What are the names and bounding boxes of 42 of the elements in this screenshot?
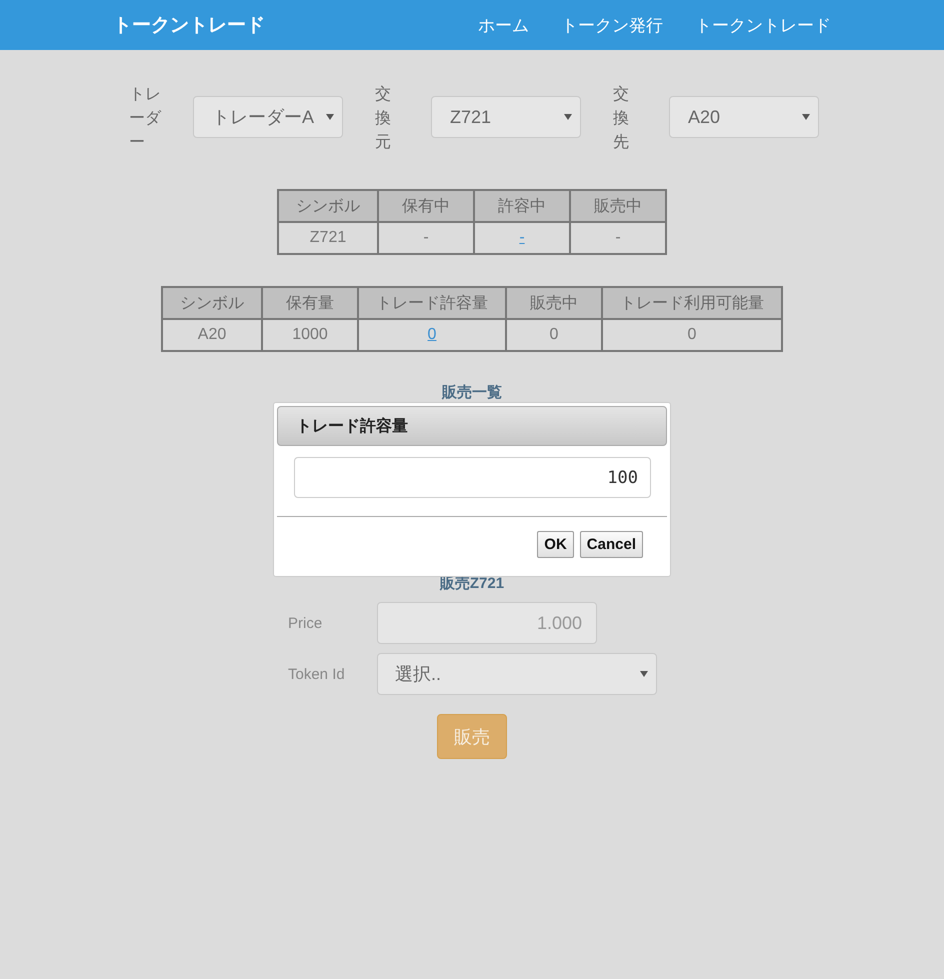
table-cell: 0 (602, 319, 782, 351)
dialog-title: トレード許容量 (277, 406, 667, 446)
field-label: トレーダー (129, 85, 161, 153)
column-header: トレード許容量 (358, 287, 506, 319)
nav-link[interactable]: トークントレード (695, 14, 831, 36)
table-cell: 1000 (262, 319, 358, 351)
table-cell: A20 (162, 319, 262, 351)
cell-link[interactable]: 0 (428, 326, 436, 343)
token-dropdown[interactable]: 選択.. (377, 653, 657, 695)
column-header: 保有量 (262, 287, 358, 319)
field-label: 交換先 (613, 84, 629, 153)
nav-link[interactable]: ホーム (478, 14, 529, 36)
caret-icon (640, 671, 648, 677)
amount-field[interactable]: 100 (294, 457, 651, 498)
column-header: 許容中 (474, 190, 570, 222)
column-header: 販売中 (506, 287, 602, 319)
section-title: 販売一覧 (440, 383, 503, 402)
caret-icon (326, 114, 334, 120)
dropdown[interactable]: トレーダーA (193, 96, 343, 138)
sell-button[interactable]: 販売 (437, 714, 507, 759)
column-header: シンボル (162, 287, 262, 319)
brand-title[interactable]: トークントレード (113, 12, 265, 38)
nav-link[interactable]: トークン発行 (561, 14, 663, 36)
column-header: 販売中 (570, 190, 666, 222)
field-label: Token Id (288, 666, 346, 682)
dropdown[interactable]: Z721 (431, 96, 581, 138)
dropdown[interactable]: A20 (669, 96, 819, 138)
field-label: Price (288, 614, 324, 632)
caret-icon (564, 114, 572, 120)
field-label: 交換元 (375, 84, 391, 153)
caret-icon (802, 114, 810, 120)
price-field[interactable]: 1.000 (377, 602, 597, 644)
table-cell: - (570, 222, 666, 254)
ok-button[interactable]: OK (537, 531, 574, 558)
table-cell: Z721 (278, 222, 378, 254)
cell-link[interactable]: - (519, 229, 525, 246)
table-cell: 0 (506, 319, 602, 351)
table-cell: - (378, 222, 474, 254)
column-header: 保有中 (378, 190, 474, 222)
cancel-button[interactable]: Cancel (580, 531, 643, 558)
column-header: シンボル (278, 190, 378, 222)
column-header: トレード利用可能量 (602, 287, 782, 319)
